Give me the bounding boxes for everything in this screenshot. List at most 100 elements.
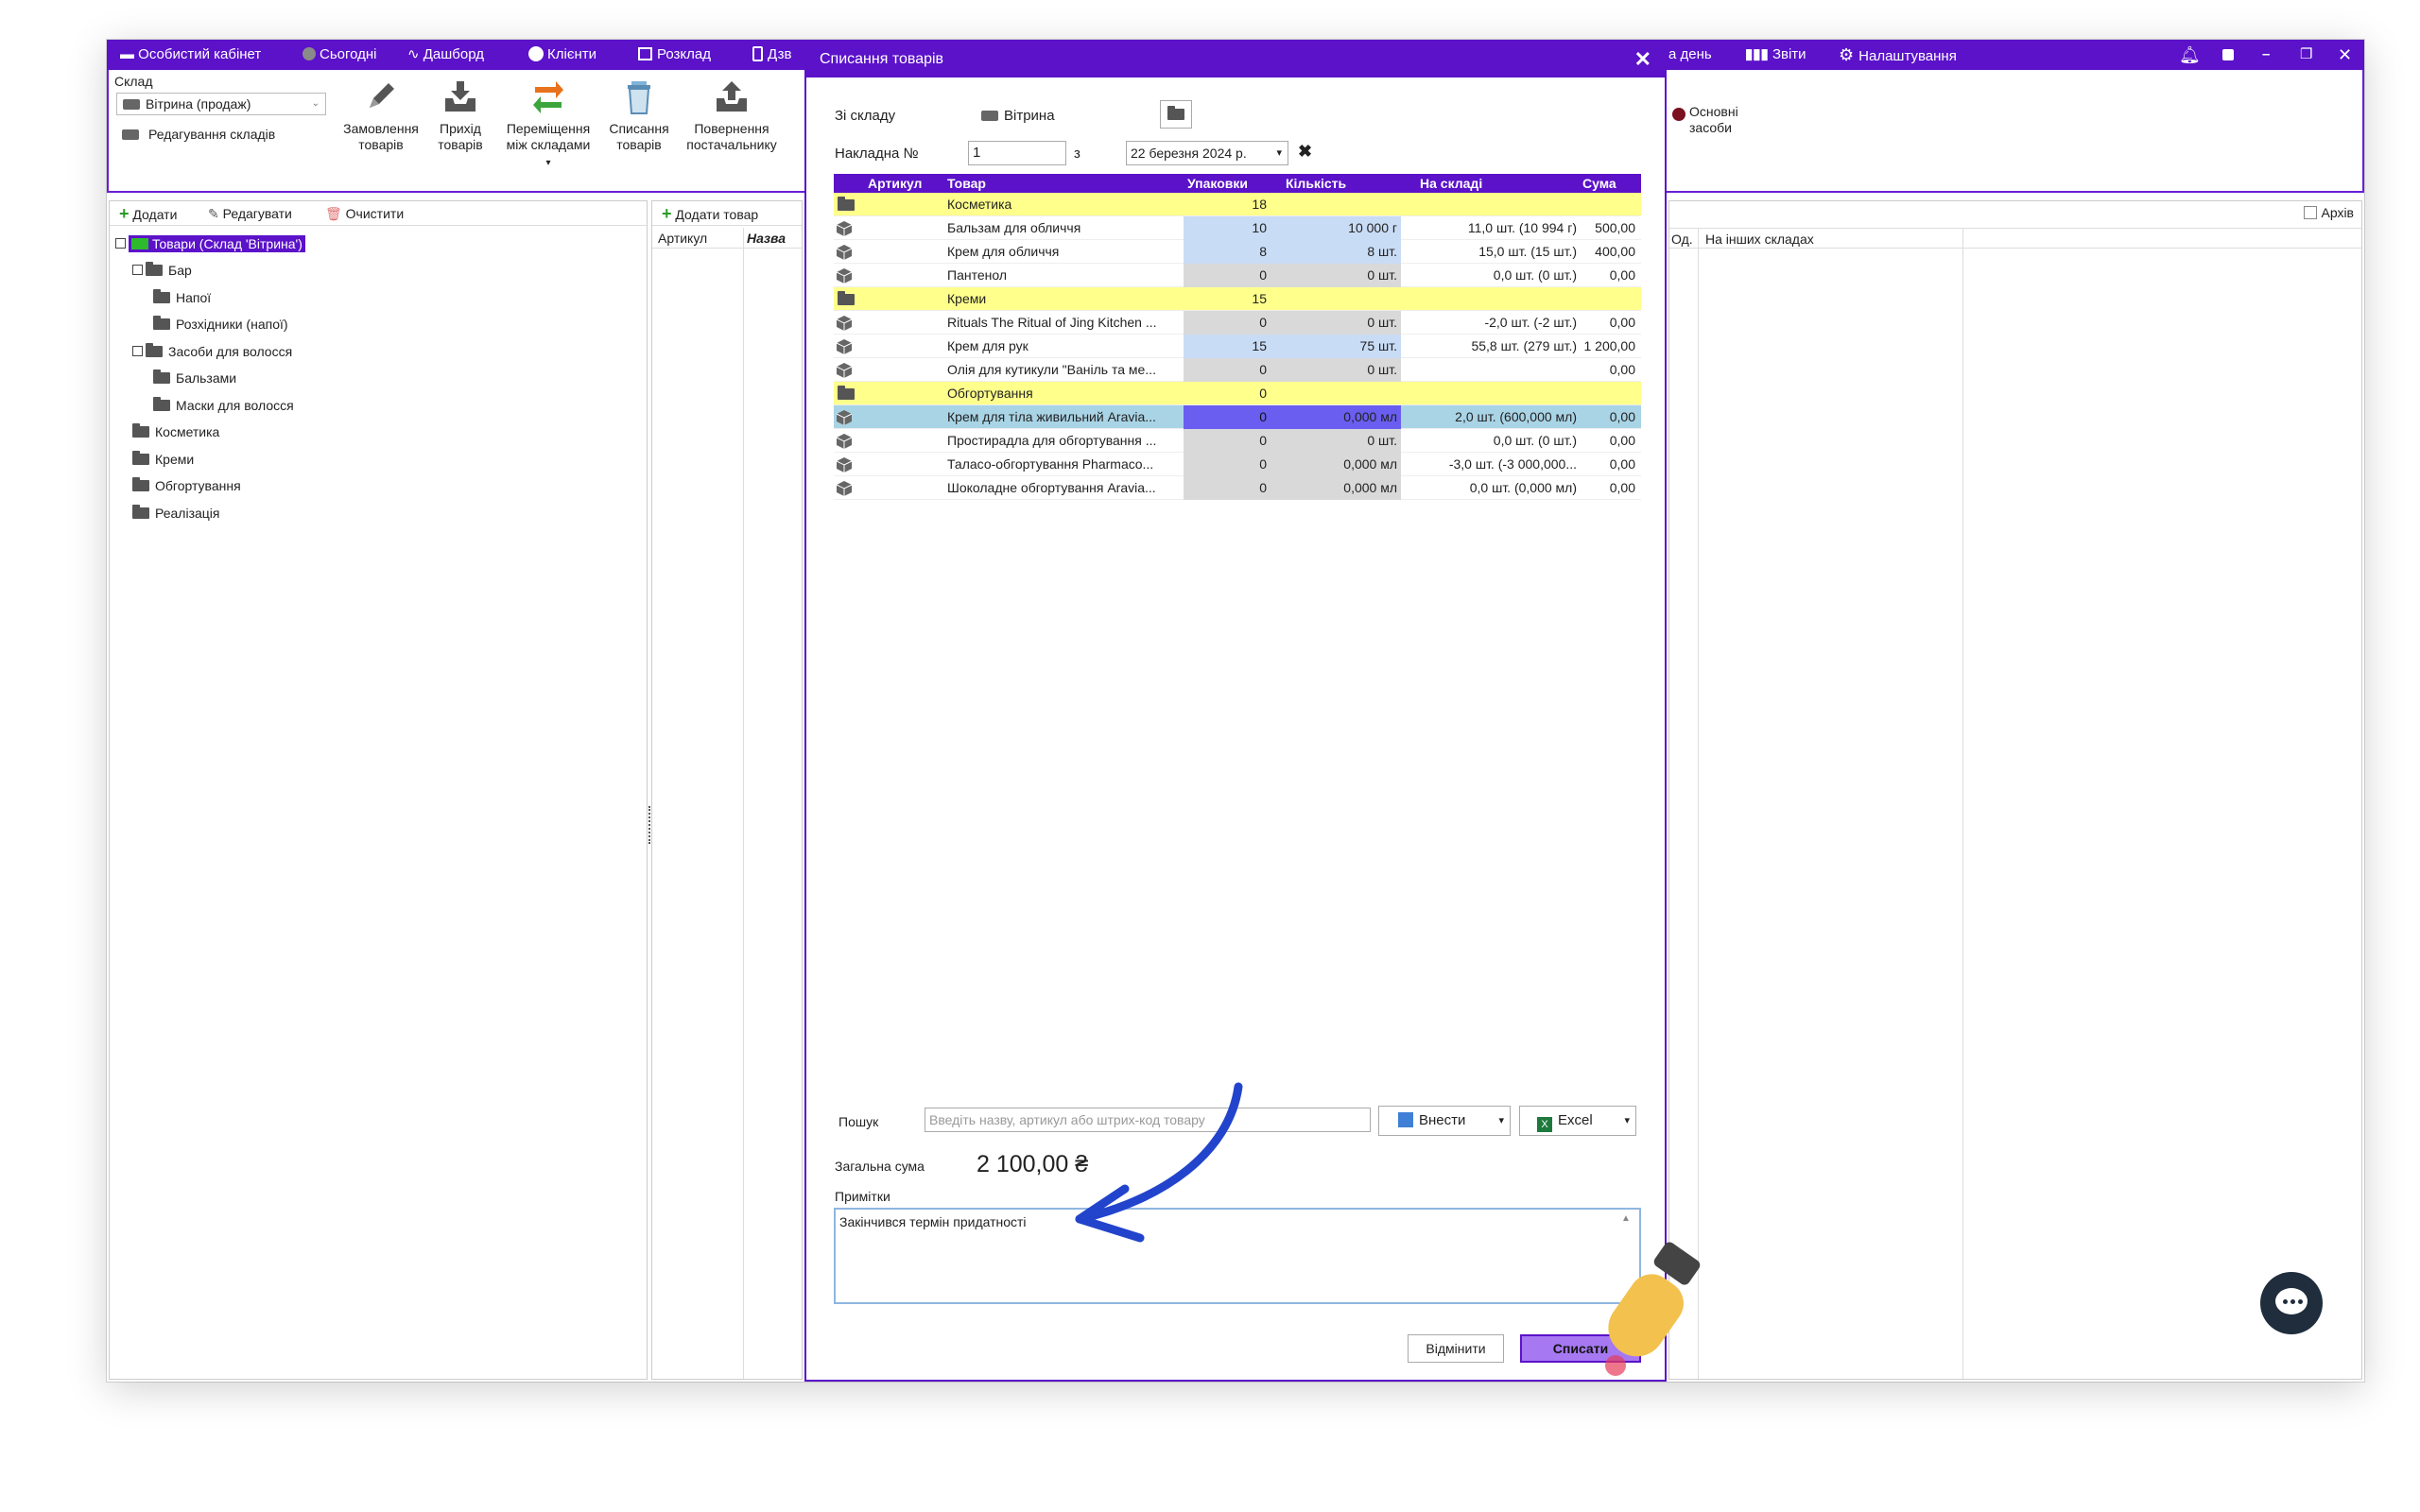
bell-icon[interactable]: 🔔︎ [2179,40,2201,70]
col-unit[interactable]: Од. [1671,229,1693,249]
item-row[interactable]: Крем для обличчя 8 8 шт. 15,0 шт. (15 шт.) 4… [834,240,1641,264]
quantity-cell[interactable]: 0 шт. [1284,311,1401,335]
quantity-cell[interactable]: 0 шт. [1284,358,1401,382]
tree-node[interactable]: Бальзами [153,368,236,388]
quantity-cell[interactable]: 0 шт. [1284,429,1401,453]
enter-icon [1398,1112,1413,1127]
close-icon[interactable]: ✕ [2338,40,2352,70]
col-sum[interactable]: Сума [1582,174,1616,193]
tree-node[interactable]: Розхідники (напої) [153,314,288,335]
enter-button[interactable]: Внести ▾ [1378,1106,1511,1136]
receive-goods-button[interactable]: Прихід товарів [420,77,501,153]
packs-cell[interactable]: 10 [1184,216,1284,240]
tree-node[interactable]: Бар [132,260,192,281]
move-goods-button[interactable]: Переміщення між складами ▾ [498,77,598,171]
tree-node[interactable]: Засоби для волосся [132,341,292,362]
tree-node[interactable]: Обгортування [132,475,241,496]
chevron-down-icon: ▾ [545,158,551,168]
col-product[interactable]: Товар [947,174,986,193]
packs-cell[interactable]: 0 [1184,405,1284,429]
product-name: Крем для обличчя [947,244,1060,259]
menu-today[interactable]: Сьогодні [302,40,377,70]
packs-cell[interactable]: 0 [1184,453,1284,476]
quantity-cell[interactable]: 0,000 мл [1284,453,1401,476]
add-product-button[interactable]: + Додати товар [652,201,802,226]
tree-node[interactable]: Креми [132,449,194,470]
tree-node[interactable]: Реалізація [132,503,220,524]
group-row[interactable]: Косметика 18 [834,193,1641,216]
packs-cell[interactable]: 0 [1184,311,1284,335]
packs-cell[interactable]: 0 [1184,264,1284,287]
tree-node[interactable]: Косметика [132,421,219,442]
item-row[interactable]: Бальзам для обличчя 10 10 000 г 11,0 шт. (1… [834,216,1641,240]
menu-clients[interactable]: Клієнти [528,40,596,70]
tree-root[interactable]: Товари (Склад 'Вітрина') [115,233,305,254]
menu-settings[interactable]: ⚙ Налаштування [1839,40,1957,70]
restore-icon[interactable]: ❐ [2300,40,2312,70]
fixed-assets-button[interactable]: Основні засоби [1668,104,1763,136]
item-row[interactable]: Шоколадне обгортування Aravia... 0 0,000 м… [834,476,1641,500]
packs-cell[interactable]: 0 [1184,476,1284,500]
scroll-up-icon[interactable]: ▲ [1621,1213,1631,1224]
item-row[interactable]: Rituals The Ritual of Jing Kitchen ... 0 0… [834,311,1641,335]
trash-icon [628,81,650,114]
quantity-cell[interactable]: 75 шт. [1284,335,1401,358]
invoice-number-field[interactable]: 1 [968,141,1066,165]
col-packs[interactable]: Упаковки [1187,174,1248,193]
clear-date-icon[interactable]: ✖ [1298,142,1312,162]
lock-icon[interactable] [2222,40,2234,70]
col-article[interactable]: Артикул [868,174,922,193]
cancel-button[interactable]: Відмінити [1408,1334,1504,1363]
quantity-cell[interactable]: 0,000 мл [1284,405,1401,429]
col-in-stock[interactable]: На складі [1420,174,1482,193]
menu-per-day[interactable]: а день [1668,40,1712,70]
warehouse-select[interactable]: Вітрина (продаж) ⌄ [116,93,326,115]
group-row[interactable]: Креми 15 [834,287,1641,311]
warehouse-icon [123,99,140,110]
item-row[interactable]: Крем для рук 15 75 шт. 55,8 шт. (279 шт.) 1 … [834,335,1641,358]
packs-cell[interactable]: 8 [1184,240,1284,264]
tree-node[interactable]: Напої [153,287,211,308]
archive-checkbox[interactable]: Архів [2304,205,2354,220]
group-row[interactable]: Обгортування 0 [834,382,1641,405]
edit-warehouses-link[interactable]: Редагування складів [122,127,275,142]
stock-value: 55,8 шт. (279 шт.) [1471,338,1577,353]
briefcase-icon: ▬ [120,46,139,62]
quantity-cell[interactable]: 0,000 мл [1284,476,1401,500]
item-row[interactable]: Олія для кутикули "Ваніль та ме... 0 0 шт.… [834,358,1641,382]
quantity-cell[interactable]: 0 шт. [1284,264,1401,287]
menu-dashboard[interactable]: ∿ Дашборд [407,40,484,70]
item-row[interactable]: Таласо-обгортування Pharmaco... 0 0,000 мл… [834,453,1641,476]
col-article[interactable]: Артикул [658,228,707,249]
menu-personal-cabinet[interactable]: ▬ Особистий кабінет [120,40,261,70]
return-supplier-button[interactable]: Повернення постачальнику [680,77,784,153]
menu-calls[interactable]: Дзв [752,40,792,70]
menu-schedule[interactable]: Розклад [638,40,711,70]
item-row[interactable]: Пантенол 0 0 шт. 0,0 шт. (0 шт.) 0,00 [834,264,1641,287]
packs-cell[interactable]: 15 [1184,335,1284,358]
close-icon[interactable]: ✕ [1634,42,1651,77]
excel-button[interactable]: X Excel ▾ [1519,1106,1636,1136]
folder-icon [132,423,149,438]
tree-node[interactable]: Маски для волосся [153,395,294,416]
chat-button[interactable] [2260,1272,2323,1334]
write-off-goods-button[interactable]: Списання товарів [598,77,680,153]
order-goods-button[interactable]: Замовлення товарів [340,77,422,153]
packs-cell[interactable]: 0 [1184,358,1284,382]
item-row[interactable]: Простирадла для обгортування ... 0 0 шт. 0,… [834,429,1641,453]
date-picker[interactable]: 22 березня 2024 р. ▾ [1126,141,1288,165]
minimize-icon[interactable]: – [2262,40,2270,70]
col-name[interactable]: Назва [747,228,786,249]
sum-value: 1 200,00 [1583,338,1636,353]
col-quantity[interactable]: Кількість [1286,174,1346,193]
quantity-cell[interactable]: 8 шт. [1284,240,1401,264]
chevron-down-icon: ⌄ [311,98,320,109]
pick-warehouse-button[interactable] [1160,100,1192,129]
col-other-warehouses[interactable]: На інших складах [1705,229,1814,249]
product-name: Креми [947,291,987,306]
quantity-cell[interactable]: 10 000 г [1284,216,1401,240]
menu-reports[interactable]: ▮▮▮ Звіти [1745,40,1806,70]
packs-cell[interactable]: 0 [1184,429,1284,453]
circle-icon [302,47,316,60]
item-row[interactable]: Крем для тіла живильний Aravia... 0 0,000 … [834,405,1641,429]
